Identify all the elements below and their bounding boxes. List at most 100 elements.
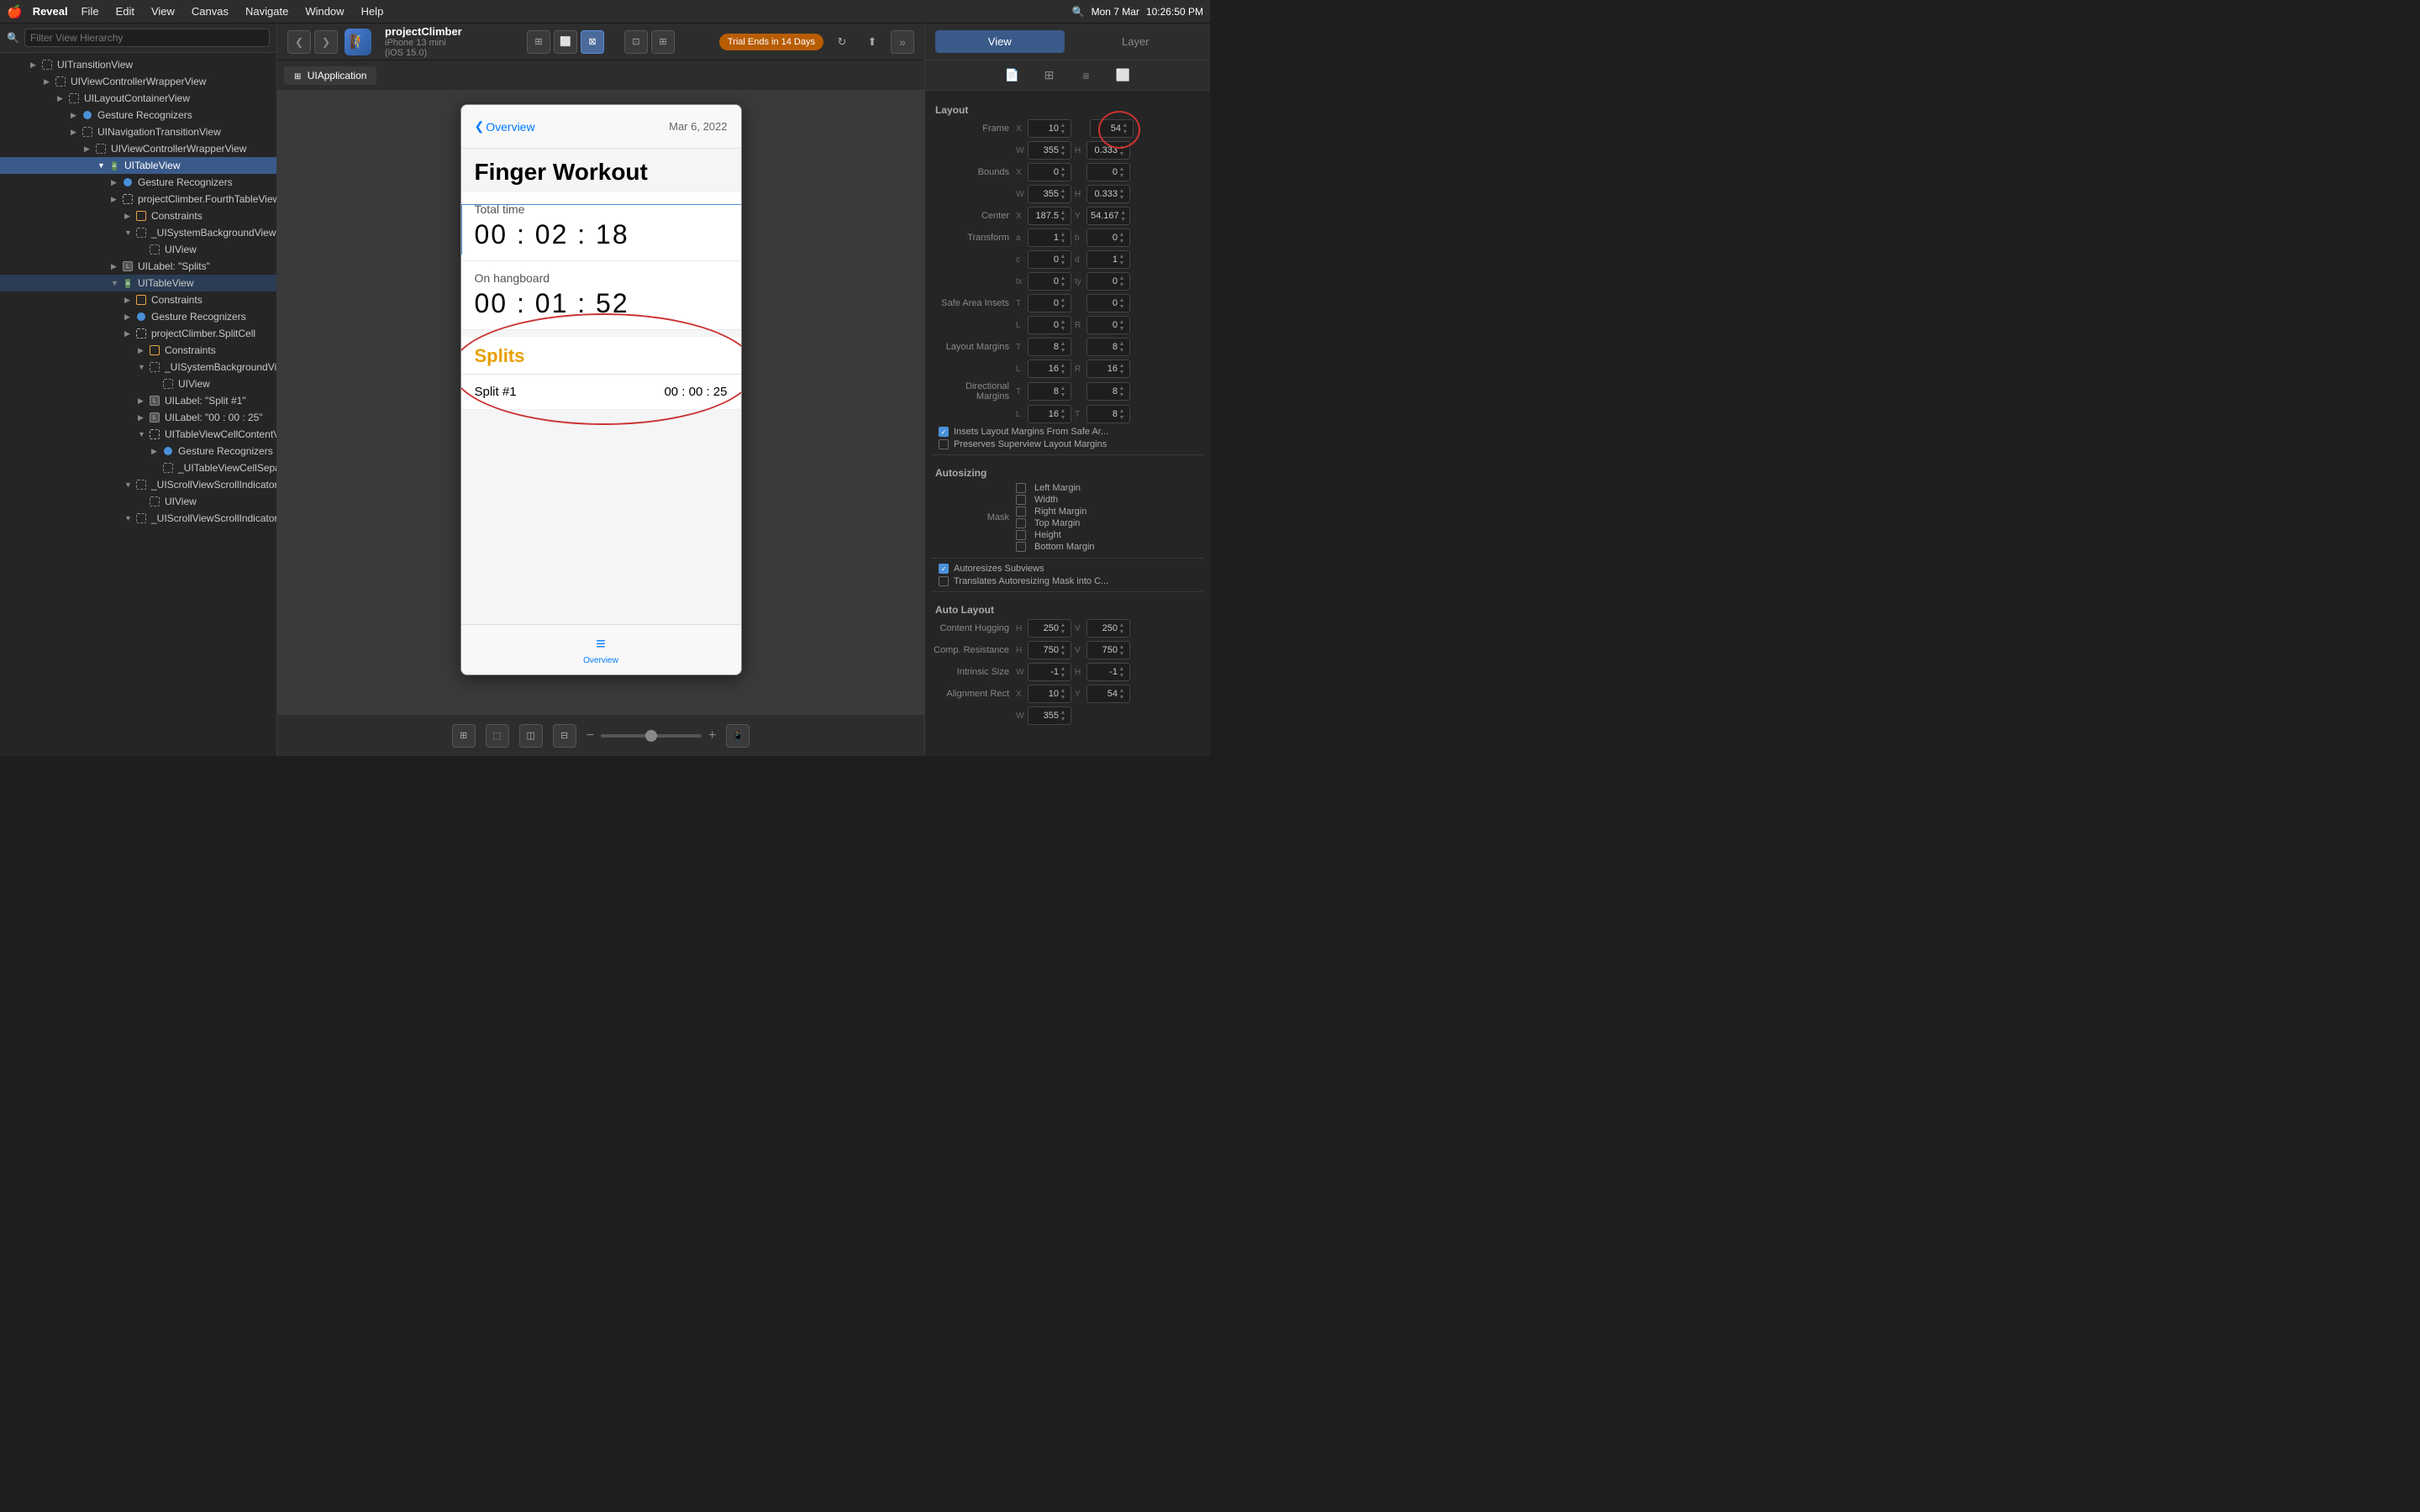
safearea-l-field[interactable]: 0 ▲▼: [1028, 316, 1071, 334]
tree-item-gesture4[interactable]: ▶ Gesture Recognizers: [0, 443, 276, 459]
frame-x-field[interactable]: 10 ▲ ▼: [1028, 119, 1071, 138]
height-checkbox[interactable]: [1016, 530, 1026, 540]
dm-b-field[interactable]: 8 ▲▼: [1086, 382, 1130, 401]
tree-item-constraints3[interactable]: ▶ Constraints: [0, 342, 276, 359]
transform-tx-field[interactable]: 0 ▲▼: [1028, 272, 1071, 291]
zoom-to-fit[interactable]: ⊞: [452, 724, 476, 748]
center-x-field[interactable]: 187.5 ▲▼: [1028, 207, 1071, 225]
is-h-field[interactable]: -1 ▲▼: [1086, 663, 1130, 681]
tree-item-constraints1[interactable]: ▶ Constraints: [0, 207, 276, 224]
frame-y-down[interactable]: ▼: [1121, 129, 1129, 135]
frame-w-stepper[interactable]: ▲ ▼: [1059, 144, 1067, 157]
inspector-icon-file[interactable]: 📄: [1001, 64, 1024, 87]
bounds-h-field[interactable]: 0.333 ▲▼: [1086, 185, 1130, 203]
back-button[interactable]: ❮: [287, 30, 311, 54]
left-margin-checkbox[interactable]: [1016, 483, 1026, 493]
app-name[interactable]: Reveal: [33, 5, 68, 18]
tree-item-uiview2[interactable]: UIView: [0, 375, 276, 392]
tree-item-splitcell[interactable]: ▶ projectClimber.SplitCell: [0, 325, 276, 342]
tree-item-uiview1[interactable]: UIView: [0, 241, 276, 258]
center-y-field[interactable]: 54.167 ▲▼: [1086, 207, 1130, 225]
refresh-button[interactable]: ↻: [830, 30, 854, 54]
menu-canvas[interactable]: Canvas: [185, 3, 235, 19]
screenshot-btn[interactable]: 📱: [726, 724, 750, 748]
lm-r-field[interactable]: 16 ▲▼: [1086, 360, 1130, 378]
cr-h-field[interactable]: 750 ▲▼: [1028, 641, 1071, 659]
view-mode-list[interactable]: ⊠: [581, 30, 604, 54]
tree-item-uitableview2[interactable]: ▼ ≡ UITableView: [0, 275, 276, 291]
inspector-tab-layer[interactable]: Layer: [1071, 30, 1201, 53]
transform-b-field[interactable]: 0 ▲▼: [1086, 228, 1130, 247]
frame-y-field[interactable]: 54 ▲ ▼: [1090, 119, 1134, 138]
insets-margins-checkbox[interactable]: [939, 427, 949, 437]
transform-d-field[interactable]: 1 ▲▼: [1086, 250, 1130, 269]
bounds-y-field[interactable]: 0 ▲▼: [1086, 163, 1130, 181]
right-margin-checkbox[interactable]: [1016, 507, 1026, 517]
frame-h-field[interactable]: 0.333 ▲ ▼: [1086, 141, 1130, 160]
bottom-margin-checkbox[interactable]: [1016, 542, 1026, 552]
ar-x-field[interactable]: 10 ▲▼: [1028, 685, 1071, 703]
tree-item-fourthcell[interactable]: ▶ projectClimber.FourthTableViewCell: [0, 191, 276, 207]
tree-item-uitransitionview[interactable]: ▶ UITransitionView: [0, 56, 276, 73]
tree-item-label-time[interactable]: ▶ L UILabel: "00 : 00 : 25": [0, 409, 276, 426]
share-button[interactable]: ⬆: [860, 30, 884, 54]
lm-b-field[interactable]: 8 ▲▼: [1086, 338, 1130, 356]
tree-item-constraints2[interactable]: ▶ Constraints: [0, 291, 276, 308]
cr-v-field[interactable]: 750 ▲▼: [1086, 641, 1130, 659]
view-mode-3d[interactable]: ⬜: [554, 30, 577, 54]
tree-item-sysbg2[interactable]: ▼ _UISystemBackgroundView: [0, 359, 276, 375]
bounds-w-field[interactable]: 355 ▲▼: [1028, 185, 1071, 203]
tree-item-sysbg1[interactable]: ▼ _UISystemBackgroundView: [0, 224, 276, 241]
tree-item-gesture3[interactable]: ▶ Gesture Recognizers: [0, 308, 276, 325]
frame-x-down[interactable]: ▼: [1059, 129, 1067, 135]
ch-v-field[interactable]: 250 ▲▼: [1086, 619, 1130, 638]
bounds-x-field[interactable]: 0 ▲▼: [1028, 163, 1071, 181]
view-right1[interactable]: ⊡: [624, 30, 648, 54]
menu-file[interactable]: File: [75, 3, 106, 19]
ar-y-field[interactable]: 54 ▲▼: [1086, 685, 1130, 703]
frame-x-stepper[interactable]: ▲ ▼: [1059, 122, 1067, 135]
tree-item-gesture1[interactable]: ▶ Gesture Recognizers: [0, 107, 276, 123]
menu-view[interactable]: View: [145, 3, 182, 19]
inspector-icon-rect[interactable]: ⬜: [1112, 64, 1135, 87]
tree-item-label-split1[interactable]: ▶ L UILabel: "Split #1": [0, 392, 276, 409]
tree-item-label-splits[interactable]: ▶ L UILabel: "Splits": [0, 258, 276, 275]
phone-back-button[interactable]: ❮ Overview: [475, 119, 535, 134]
forward-button[interactable]: ❯: [314, 30, 338, 54]
view-right2[interactable]: ⊞: [651, 30, 675, 54]
tree-item-uivcwrapper1[interactable]: ▶ UIViewControllerWrapperView: [0, 73, 276, 90]
translates-checkbox[interactable]: [939, 576, 949, 586]
tree-item-cellcontent[interactable]: ▼ UITableViewCellContentView: [0, 426, 276, 443]
dm-t-field[interactable]: 8 ▲▼: [1028, 382, 1071, 401]
view-mode-2d[interactable]: ⊞: [527, 30, 550, 54]
view-btn2[interactable]: ⬚: [486, 724, 509, 748]
frame-w-field[interactable]: 355 ▲ ▼: [1028, 141, 1071, 160]
lm-l-field[interactable]: 16 ▲▼: [1028, 360, 1071, 378]
lm-t-field[interactable]: 8 ▲▼: [1028, 338, 1071, 356]
safearea-b-field[interactable]: 0 ▲▼: [1086, 294, 1130, 312]
view-btn3[interactable]: ◫: [519, 724, 543, 748]
view-btn4[interactable]: ⊟: [553, 724, 576, 748]
tree-item-navtransition[interactable]: ▶ UINavigationTransitionView: [0, 123, 276, 140]
menu-window[interactable]: Window: [298, 3, 350, 19]
zoom-track[interactable]: [601, 734, 702, 738]
safearea-r-field[interactable]: 0 ▲▼: [1086, 316, 1130, 334]
dm-l-field[interactable]: 16 ▲▼: [1028, 405, 1071, 423]
menu-help[interactable]: Help: [355, 3, 391, 19]
tree-item-scrollindicator2[interactable]: ▼ _UIScrollViewScrollIndicator: [0, 510, 276, 527]
inspector-icon-list[interactable]: ≡: [1075, 64, 1098, 87]
tree-item-uilayout[interactable]: ▶ UILayoutContainerView: [0, 90, 276, 107]
transform-a-field[interactable]: 1 ▲▼: [1028, 228, 1071, 247]
tree-item-gesture2[interactable]: ▶ Gesture Recognizers: [0, 174, 276, 191]
menu-navigate[interactable]: Navigate: [239, 3, 295, 19]
width-checkbox[interactable]: [1016, 495, 1026, 505]
apple-menu[interactable]: 🍎: [7, 4, 23, 19]
canvas-tab-uiapplication[interactable]: ⊞ UIApplication: [284, 66, 376, 85]
frame-x-up[interactable]: ▲: [1059, 122, 1067, 129]
tree-item-uitableview1[interactable]: ▼ ≡ UITableView: [0, 157, 276, 174]
zoom-minus[interactable]: −: [587, 728, 594, 743]
autoresizes-checkbox[interactable]: [939, 564, 949, 574]
is-w-field[interactable]: -1 ▲▼: [1028, 663, 1071, 681]
inspector-icon-table[interactable]: ⊞: [1038, 64, 1061, 87]
ar-w-field[interactable]: 355 ▲▼: [1028, 706, 1071, 725]
